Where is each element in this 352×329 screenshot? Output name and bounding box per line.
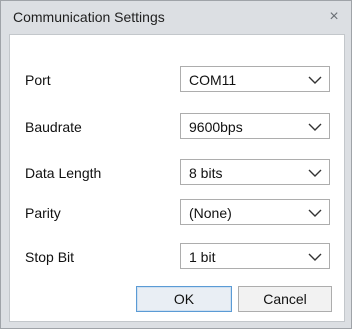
parity-select[interactable]: (None): [180, 199, 330, 225]
port-select[interactable]: COM11: [180, 66, 330, 92]
dialog-title: Communication Settings: [13, 9, 165, 25]
cancel-button[interactable]: Cancel: [238, 286, 332, 312]
parity-label: Parity: [25, 205, 61, 221]
stop-bit-value: 1 bit: [189, 249, 216, 265]
stop-bit-select[interactable]: 1 bit: [180, 243, 330, 269]
data-length-value: 8 bits: [189, 165, 223, 181]
baudrate-value: 9600bps: [189, 119, 243, 135]
chevron-down-icon: [308, 76, 322, 84]
port-label: Port: [25, 72, 51, 88]
chevron-down-icon: [308, 209, 322, 217]
parity-value: (None): [189, 205, 232, 221]
stop-bit-row: Stop Bit 1 bit: [10, 243, 344, 271]
baudrate-select[interactable]: 9600bps: [180, 113, 330, 139]
baudrate-row: Baudrate 9600bps: [10, 113, 344, 141]
communication-settings-dialog: Communication Settings × Port COM11 Baud…: [0, 0, 352, 329]
settings-panel: Port COM11 Baudrate 9600bps Data Length …: [9, 34, 345, 322]
stop-bit-label: Stop Bit: [25, 249, 75, 265]
data-length-select[interactable]: 8 bits: [180, 159, 330, 185]
baudrate-label: Baudrate: [25, 119, 82, 135]
port-value: COM11: [189, 72, 237, 88]
chevron-down-icon: [308, 123, 322, 131]
parity-row: Parity (None): [10, 199, 344, 227]
data-length-label: Data Length: [25, 165, 102, 181]
title-bar[interactable]: Communication Settings ×: [1, 1, 351, 33]
data-length-row: Data Length 8 bits: [10, 159, 344, 187]
chevron-down-icon: [308, 169, 322, 177]
port-row: Port COM11: [10, 66, 344, 94]
ok-button[interactable]: OK: [136, 286, 232, 312]
close-icon[interactable]: ×: [323, 6, 345, 28]
chevron-down-icon: [308, 253, 322, 261]
